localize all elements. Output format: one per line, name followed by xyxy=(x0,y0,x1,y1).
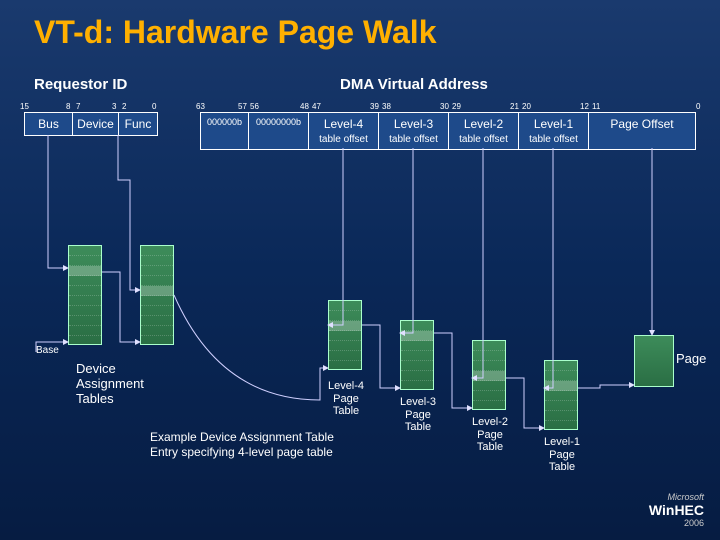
requestor-id-fields: Bus Device Func xyxy=(24,112,158,136)
device-assignment-table-bus xyxy=(68,245,102,345)
bit-20: 20 xyxy=(522,102,531,111)
level4-line2: table offset xyxy=(319,134,368,145)
page-label: Page xyxy=(676,352,706,367)
bit-8: 8 xyxy=(66,102,70,111)
level1-page-table xyxy=(544,360,578,430)
footer-ms: Microsoft xyxy=(649,492,704,502)
page-title: VT-d: Hardware Page Walk xyxy=(0,0,720,51)
device-assignment-tables-label: Device Assignment Tables xyxy=(76,362,176,407)
level2-page-table-label: Level-2 Page Table xyxy=(464,416,516,454)
field-device: Device xyxy=(73,113,119,135)
field-level3: Level-3 table offset xyxy=(379,113,449,149)
bit-15: 15 xyxy=(20,102,29,111)
bit-2: 2 xyxy=(122,102,126,111)
level2-page-table xyxy=(472,340,506,410)
page-frame xyxy=(634,335,674,387)
bit-0a: 0 xyxy=(152,102,156,111)
level2-line1: Level-2 xyxy=(464,117,503,131)
bit-3: 3 xyxy=(112,102,116,111)
bit-7: 7 xyxy=(76,102,80,111)
bit-12: 12 xyxy=(580,102,589,111)
level1-line2: table offset xyxy=(529,134,578,145)
level3-line2: table offset xyxy=(389,134,438,145)
field-page-offset: Page Offset xyxy=(589,113,695,149)
base-label: Base xyxy=(36,345,59,356)
bit-56: 56 xyxy=(250,102,259,111)
footer-logo: Microsoft WinHEC 2006 xyxy=(649,492,704,528)
bit-48: 48 xyxy=(300,102,309,111)
level4-page-table xyxy=(328,300,362,370)
level1-page-table-label: Level-1 Page Table xyxy=(536,436,588,474)
bit-29: 29 xyxy=(452,102,461,111)
bit-63: 63 xyxy=(196,102,205,111)
field-level4: Level-4 table offset xyxy=(309,113,379,149)
device-assignment-table-devfn xyxy=(140,245,174,345)
level2-line2: table offset xyxy=(459,134,508,145)
field-bus: Bus xyxy=(25,113,73,135)
footer-year: 2006 xyxy=(649,518,704,528)
example-caption: Example Device Assignment Table Entry sp… xyxy=(150,430,360,460)
level3-line1: Level-3 xyxy=(394,117,433,131)
bit-21: 21 xyxy=(510,102,519,111)
level4-page-table-label: Level-4 Page Table xyxy=(320,380,372,418)
level1-line1: Level-1 xyxy=(534,117,573,131)
field-func: Func xyxy=(119,113,157,135)
field-zero1: 000000b xyxy=(201,113,249,149)
level3-page-table-label: Level-3 Page Table xyxy=(392,396,444,434)
bit-0b: 0 xyxy=(696,102,700,111)
dma-virtual-address-label: DMA Virtual Address xyxy=(340,76,488,93)
bit-47: 47 xyxy=(312,102,321,111)
dma-address-fields: 000000b 00000000b Level-4 table offset L… xyxy=(200,112,696,150)
bit-11: 11 xyxy=(592,102,600,111)
bit-30: 30 xyxy=(440,102,449,111)
bit-57: 57 xyxy=(238,102,247,111)
bit-39: 39 xyxy=(370,102,379,111)
field-level1: Level-1 table offset xyxy=(519,113,589,149)
bit-38: 38 xyxy=(382,102,391,111)
field-level2: Level-2 table offset xyxy=(449,113,519,149)
footer-event: WinHEC xyxy=(649,502,704,518)
level3-page-table xyxy=(400,320,434,390)
level4-line1: Level-4 xyxy=(324,117,363,131)
field-zero2: 00000000b xyxy=(249,113,309,149)
requestor-id-label: Requestor ID xyxy=(34,76,127,93)
